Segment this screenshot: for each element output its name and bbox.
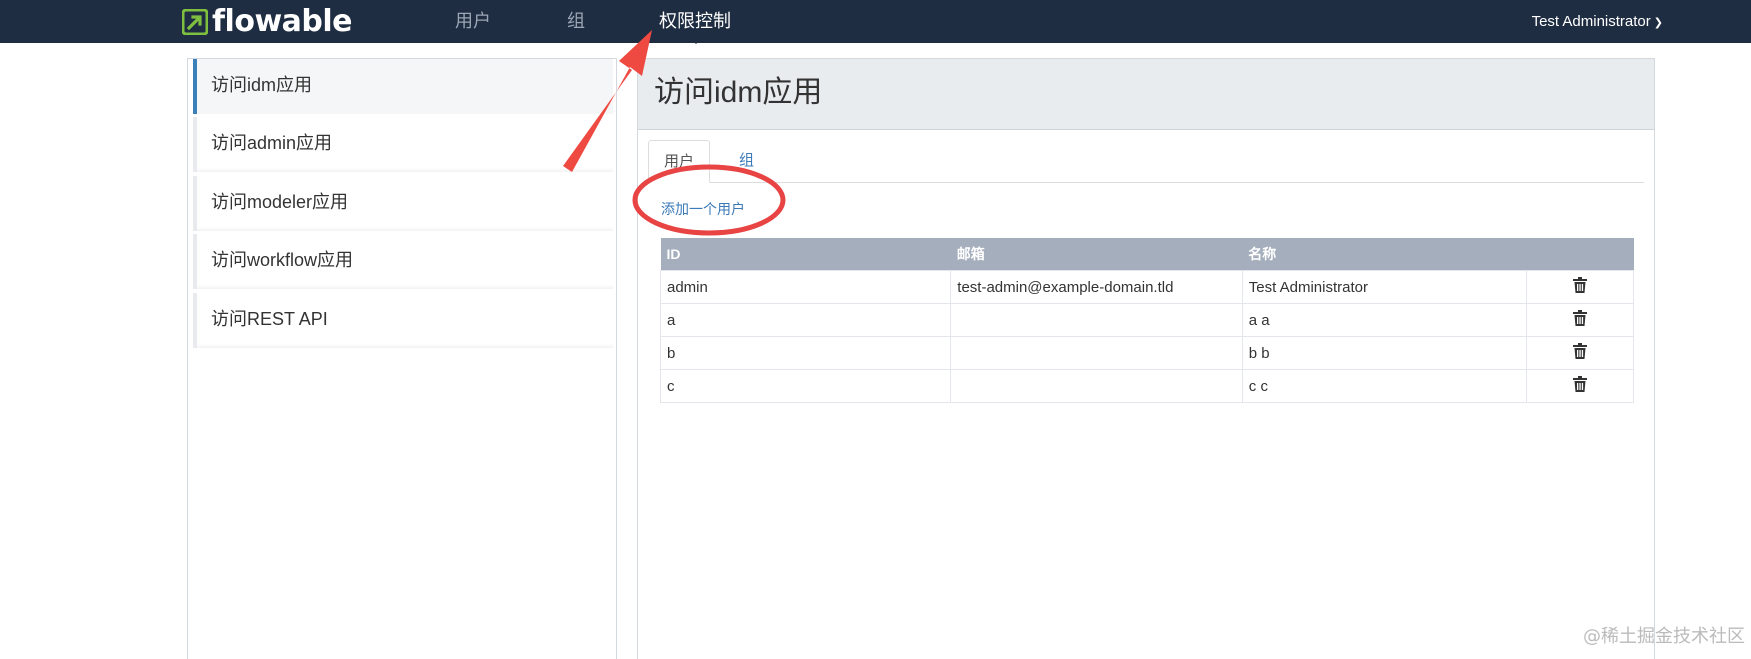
nav-item-privileges[interactable]: 权限控制 bbox=[659, 0, 731, 43]
nav-item-groups[interactable]: 组 bbox=[567, 0, 585, 43]
privilege-item-label: 访问modeler应用 bbox=[211, 192, 349, 212]
column-header-actions bbox=[1526, 238, 1634, 271]
cell-email bbox=[950, 336, 1243, 370]
cell-name: a a bbox=[1241, 303, 1528, 337]
column-header-email: 邮箱 bbox=[950, 238, 1243, 271]
flowable-logo[interactable]: flowable bbox=[182, 4, 353, 39]
cell-id: b bbox=[659, 336, 952, 370]
cell-email bbox=[950, 369, 1243, 403]
flowable-logo-icon bbox=[182, 9, 208, 35]
chevron-down-icon: ❯ bbox=[1653, 17, 1663, 29]
cell-id: c bbox=[659, 369, 952, 403]
trash-icon[interactable] bbox=[1573, 277, 1588, 293]
cell-email bbox=[950, 303, 1243, 337]
privilege-item-label: 访问admin应用 bbox=[211, 133, 333, 153]
add-user-link[interactable]: 添加一个用户 bbox=[661, 199, 745, 219]
table-row: c c c bbox=[659, 369, 1634, 403]
user-menu[interactable]: Test Administrator ❯ bbox=[1532, 0, 1663, 43]
table-row: admin test-admin@example-domain.tld Test… bbox=[659, 270, 1634, 304]
privilege-item-modeler[interactable]: 访问modeler应用 bbox=[193, 176, 613, 231]
active-nav-caret-icon bbox=[690, 38, 702, 44]
column-header-id: ID bbox=[660, 238, 951, 271]
privilege-item-label: 访问idm应用 bbox=[211, 75, 313, 95]
watermark: @稀土掘金技术社区 bbox=[1583, 626, 1745, 647]
cell-name: c c bbox=[1241, 369, 1528, 403]
privilege-item-label: 访问REST API bbox=[211, 309, 328, 329]
user-name: Test Administrator bbox=[1531, 13, 1651, 30]
cell-actions bbox=[1526, 369, 1634, 403]
tab-users[interactable]: 用户 bbox=[648, 140, 711, 183]
cell-actions bbox=[1526, 336, 1634, 370]
top-navbar: flowable 用户 组 权限控制 Test Administrator ❯ bbox=[0, 0, 1751, 43]
table-header-row: ID 邮箱 名称 bbox=[660, 238, 1634, 271]
trash-icon[interactable] bbox=[1573, 376, 1588, 392]
privilege-item-admin[interactable]: 访问admin应用 bbox=[193, 117, 613, 172]
cell-id: admin bbox=[659, 270, 952, 304]
nav-item-users[interactable]: 用户 bbox=[455, 0, 491, 43]
privilege-item-idm[interactable]: 访问idm应用 bbox=[193, 59, 613, 114]
table-row: a a a bbox=[659, 303, 1634, 337]
privilege-item-rest-api[interactable]: 访问REST API bbox=[193, 293, 613, 348]
cell-actions bbox=[1526, 270, 1634, 304]
privilege-detail-panel: 访问idm应用 用户 组 添加一个用户 ID 邮箱 名称 admin test-… bbox=[637, 58, 1655, 659]
cell-actions bbox=[1526, 303, 1634, 337]
cell-name: b b bbox=[1241, 336, 1528, 370]
cell-email: test-admin@example-domain.tld bbox=[950, 270, 1243, 304]
user-table: ID 邮箱 名称 admin test-admin@example-domain… bbox=[659, 238, 1634, 403]
privilege-item-label: 访问workflow应用 bbox=[211, 250, 354, 270]
logo-text: flowable bbox=[212, 4, 353, 39]
trash-icon[interactable] bbox=[1573, 310, 1588, 326]
detail-tabs: 用户 组 bbox=[648, 140, 1644, 183]
cell-name: Test Administrator bbox=[1241, 270, 1528, 304]
column-header-name: 名称 bbox=[1242, 238, 1527, 271]
detail-header: 访问idm应用 bbox=[638, 59, 1654, 130]
tab-groups[interactable]: 组 bbox=[724, 140, 769, 182]
cell-id: a bbox=[659, 303, 952, 337]
privilege-list-panel: 访问idm应用 访问admin应用 访问modeler应用 访问workflow… bbox=[187, 58, 617, 659]
trash-icon[interactable] bbox=[1573, 343, 1588, 359]
privilege-item-workflow[interactable]: 访问workflow应用 bbox=[193, 234, 613, 289]
page-title: 访问idm应用 bbox=[654, 76, 823, 109]
table-row: b b b bbox=[659, 336, 1634, 370]
